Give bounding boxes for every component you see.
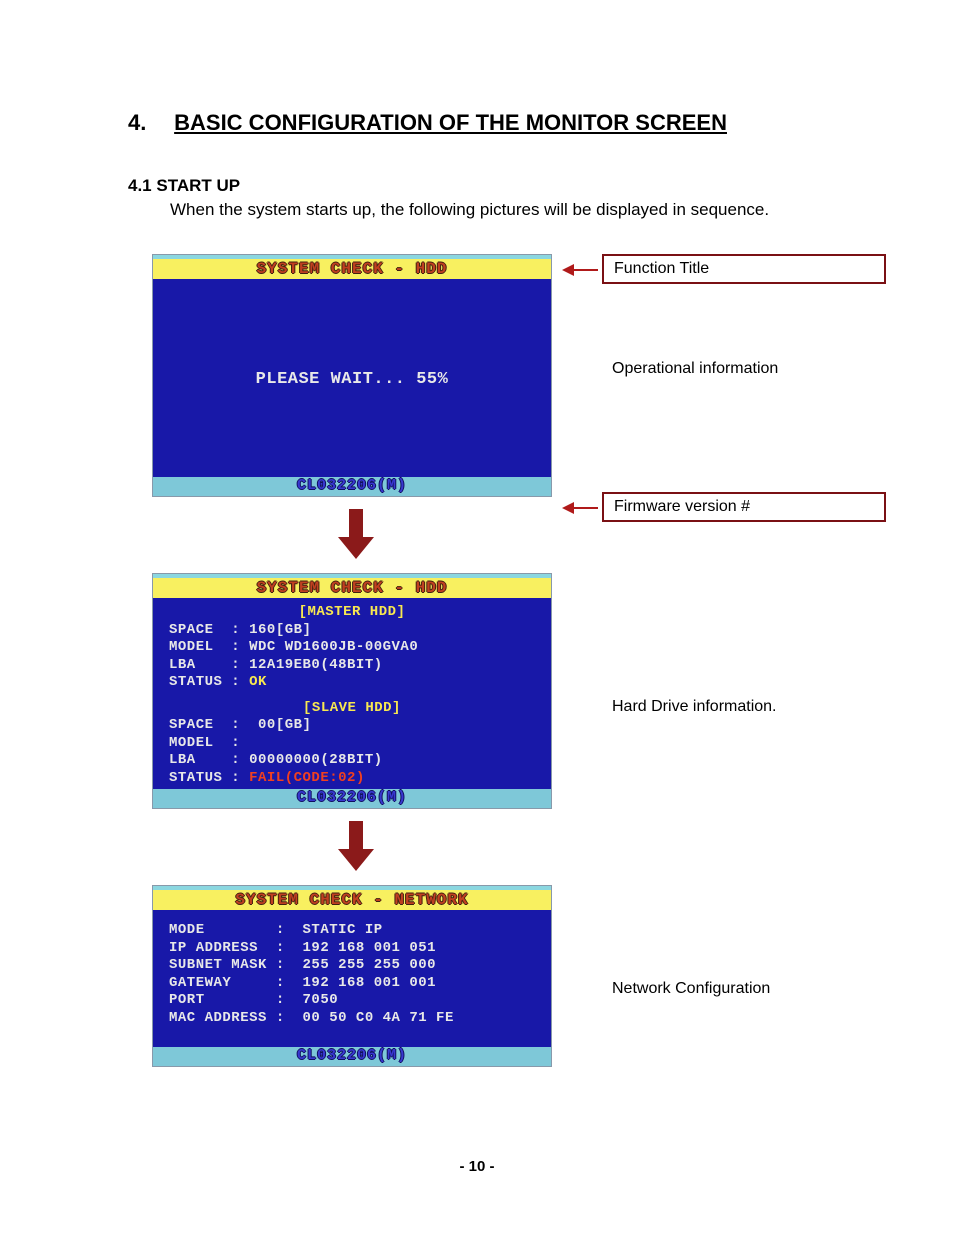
callout-label: Operational information [612,360,778,377]
status-value: FAIL(CODE:02) [249,770,365,786]
section-heading: 4. BASIC CONFIGURATION OF THE MONITOR SC… [128,110,894,136]
firmware-version: CL032206(M) [153,477,551,496]
screen-hdd-detail: SYSTEM CHECK - HDD [MASTER HDD]SPACE : 1… [152,573,552,809]
status-label: STATUS : [169,770,249,786]
slave-lba: LBA : 00000000(28BIT) [169,752,535,770]
callout-hdd-info: Hard Drive information. [612,698,777,716]
callout-firmware-version: Firmware version # [602,492,886,522]
screen-body: [MASTER HDD]SPACE : 160[GB]MODEL : WDC W… [153,598,551,789]
firmware-version: CL032206(M) [153,1047,551,1066]
callout-network-config: Network Configuration [612,980,770,998]
callout-label: Firmware version # [614,498,750,515]
net-gateway: GATEWAY : 192 168 001 001 [169,975,535,993]
screen-body: PLEASE WAIT... 55% [153,279,551,477]
screen-body: MODE : STATIC IPIP ADDRESS : 192 168 001… [153,910,551,1047]
callout-label: Network Configuration [612,980,770,997]
page-number: - 10 - [0,1158,954,1175]
firmware-version: CL032206(M) [153,789,551,808]
slave-space: SPACE : 00[GB] [169,717,535,735]
callout-function-title: Function Title [602,254,886,284]
slave-model: MODEL : [169,735,535,753]
net-port: PORT : 7050 [169,992,535,1010]
screen-title: SYSTEM CHECK - HDD [153,574,551,598]
net-mac: MAC ADDRESS : 00 50 C0 4A 71 FE [169,1010,535,1028]
status-value: OK [249,674,267,690]
screen-network: SYSTEM CHECK - NETWORK MODE : STATIC IPI… [152,885,552,1067]
subsection-number: 4.1 [128,176,152,195]
master-space: SPACE : 160[GB] [169,622,535,640]
subsection-title: START UP [156,176,240,195]
screen-title: SYSTEM CHECK - HDD [153,255,551,279]
slave-hdd-header: [SLAVE HDD] [169,700,535,718]
slave-status: STATUS : FAIL(CODE:02) [169,770,535,788]
wait-text: PLEASE WAIT... 55% [256,369,449,390]
subsection-heading: 4.1 START UP [128,176,894,196]
status-label: STATUS : [169,674,249,690]
heading-title: BASIC CONFIGURATION OF THE MONITOR SCREE… [174,110,727,135]
net-ip: IP ADDRESS : 192 168 001 051 [169,940,535,958]
master-hdd-header: [MASTER HDD] [169,604,535,622]
callout-label: Function Title [614,260,709,277]
master-lba: LBA : 12A19EB0(48BIT) [169,657,535,675]
master-model: MODEL : WDC WD1600JB-00GVA0 [169,639,535,657]
callout-operational-info: Operational information [612,360,778,378]
callout-label: Hard Drive information. [612,698,777,715]
net-mask: SUBNET MASK : 255 255 255 000 [169,957,535,975]
intro-text: When the system starts up, the following… [170,200,894,220]
master-status: STATUS : OK [169,674,535,692]
heading-number: 4. [128,110,168,136]
net-mode: MODE : STATIC IP [169,922,535,940]
screen-hdd-wait: SYSTEM CHECK - HDD PLEASE WAIT... 55% CL… [152,254,552,497]
screen-title: SYSTEM CHECK - NETWORK [153,886,551,910]
